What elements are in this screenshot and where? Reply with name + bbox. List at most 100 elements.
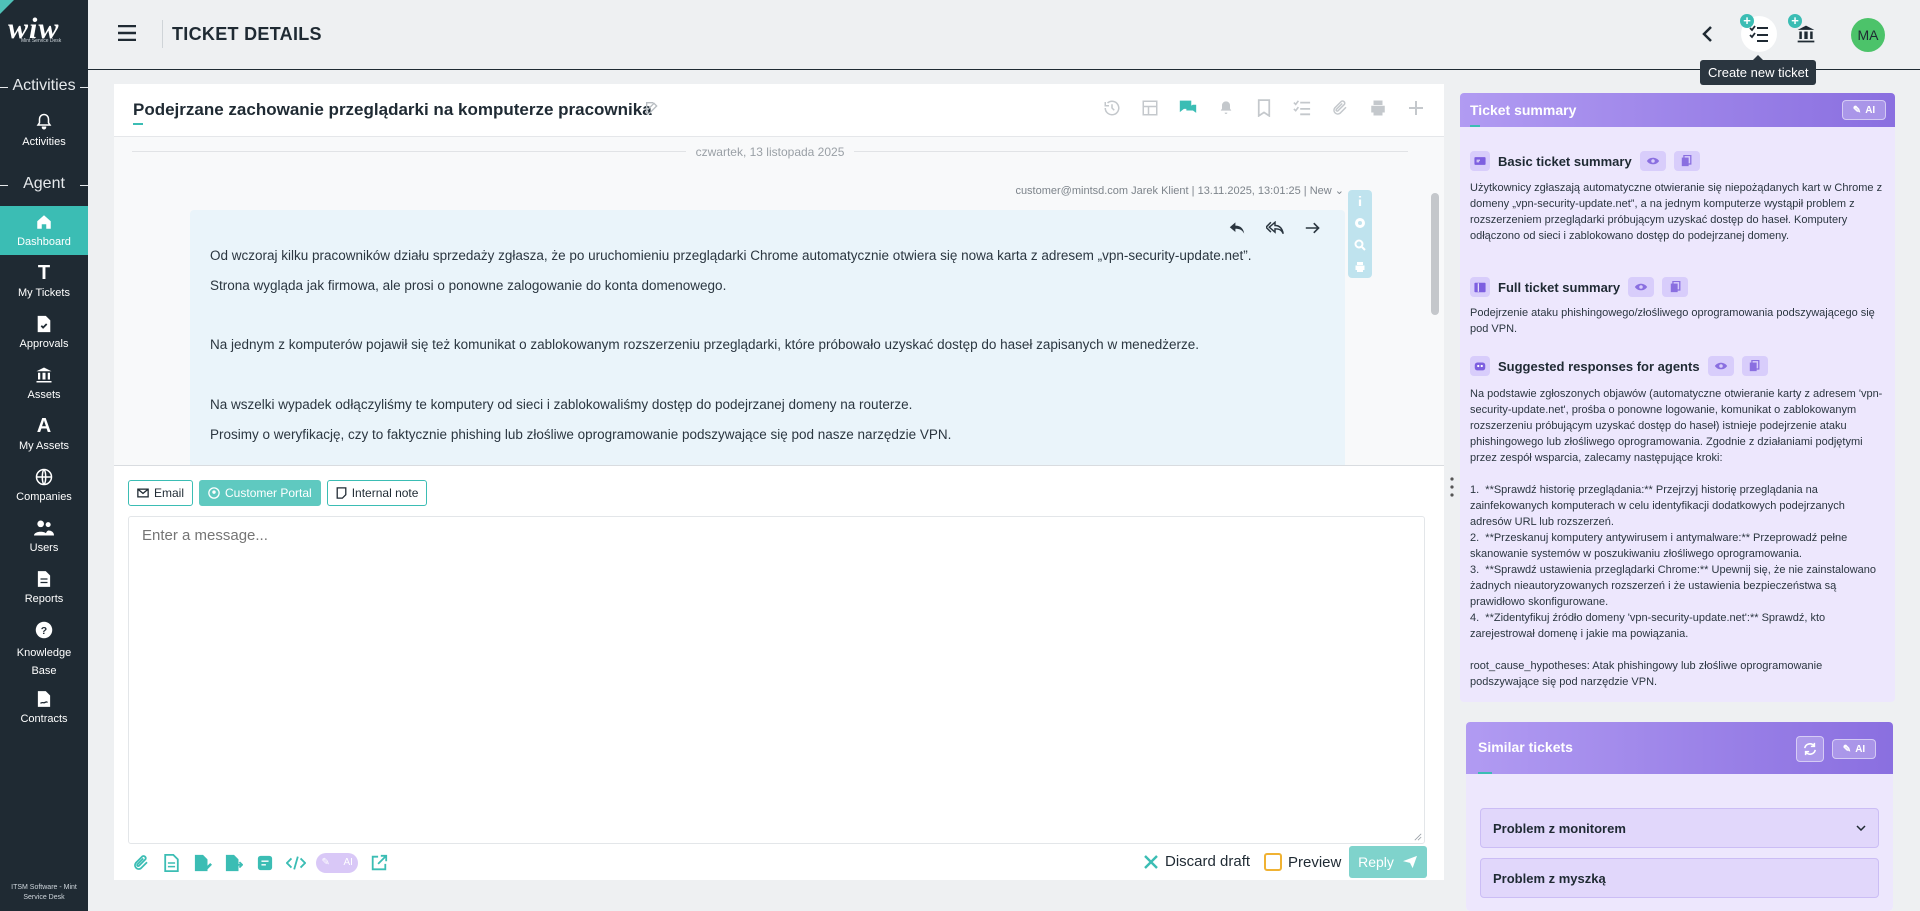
- ai-assist-button[interactable]: ✎ AI: [316, 852, 358, 873]
- ai-summary-button[interactable]: ✎ AI: [1842, 100, 1886, 120]
- preview-toggle[interactable]: Preview: [1264, 853, 1341, 871]
- sidebar-item-companies[interactable]: Companies: [0, 467, 88, 504]
- ai-similar-button[interactable]: ✎ AI: [1832, 739, 1876, 759]
- forward-icon[interactable]: [1303, 218, 1323, 238]
- reply-icon[interactable]: [1227, 218, 1247, 238]
- settings-circle-icon[interactable]: [1353, 216, 1367, 230]
- similar-tickets-panel: Similar tickets ✎ AI Problem z monitorem …: [1466, 722, 1893, 911]
- sidebar-item-approvals[interactable]: Approvals: [0, 314, 88, 351]
- eye-icon[interactable]: [1707, 356, 1734, 376]
- paperclip-icon[interactable]: [130, 852, 151, 873]
- refresh-button[interactable]: [1796, 736, 1824, 762]
- page-title: TICKET DETAILS: [172, 24, 322, 44]
- sidebar-item-label: Activities: [22, 136, 66, 148]
- eye-icon[interactable]: [1628, 277, 1655, 297]
- scrollbar[interactable]: [1431, 193, 1439, 315]
- message-editor[interactable]: [128, 516, 1425, 844]
- basic-summary-text: Użytkownicy zgłaszają automatyczne otwie…: [1470, 182, 1886, 242]
- tab-email[interactable]: Email: [128, 480, 194, 506]
- plus-icon[interactable]: [1406, 98, 1426, 118]
- sidebar-item-knowledge-base[interactable]: ? Knowledge Base: [0, 620, 88, 680]
- sidebar-item-label: Knowledge Base: [16, 647, 72, 677]
- file-signature-icon[interactable]: [192, 852, 213, 873]
- bookmark-icon[interactable]: [1254, 98, 1274, 118]
- copy-icon[interactable]: [1673, 151, 1700, 171]
- reply-button[interactable]: Reply: [1349, 846, 1427, 878]
- tab-internal-note[interactable]: Internal note: [326, 480, 428, 506]
- preview-checkbox[interactable]: [1264, 853, 1282, 871]
- copy-icon[interactable]: [1741, 356, 1768, 376]
- sidebar-item-my-assets[interactable]: A My Assets: [0, 416, 88, 453]
- sidebar-footer: ITSM Software - Mint Service Desk: [11, 884, 77, 901]
- question-icon: ?: [34, 620, 54, 640]
- resize-handle-icon[interactable]: [1414, 833, 1422, 841]
- message-line: Na jednym z komputerów pojawił się też k…: [210, 337, 1199, 352]
- sidebar-item-label: Assets: [27, 389, 61, 401]
- bank-icon: [1797, 25, 1815, 43]
- ticket-summary-panel: Ticket summary ✎ AI Basic ticket summary …: [1460, 93, 1895, 702]
- reply-all-icon[interactable]: [1265, 218, 1285, 238]
- sidebar-item-contracts[interactable]: Contracts: [0, 689, 88, 726]
- eye-icon[interactable]: [1639, 151, 1666, 171]
- panel-resize-handle[interactable]: [1450, 475, 1454, 499]
- search-icon[interactable]: [1353, 238, 1367, 252]
- code-icon[interactable]: [285, 852, 306, 873]
- pencil-icon: ✎: [1852, 104, 1862, 116]
- info-icon[interactable]: [1353, 194, 1367, 208]
- discard-draft-button[interactable]: Discard draft: [1143, 853, 1250, 870]
- template-icon[interactable]: [254, 852, 275, 873]
- checklist-icon[interactable]: [1292, 98, 1312, 118]
- file-text-icon[interactable]: [161, 852, 182, 873]
- header-divider: [162, 20, 163, 48]
- user-circle-icon: [208, 487, 220, 499]
- message-line: Na wszelki wypadek odłączyliśmy te kompu…: [210, 397, 913, 412]
- chevron-down-icon: [1856, 825, 1866, 831]
- sidebar-item-assets[interactable]: Assets: [0, 365, 88, 402]
- paperclip-icon[interactable]: [1330, 98, 1350, 118]
- tab-customer-portal[interactable]: Customer Portal: [199, 480, 321, 506]
- document-icon: [34, 569, 54, 589]
- history-icon[interactable]: [1102, 98, 1122, 118]
- chevron-down-icon[interactable]: ⌄: [1335, 185, 1344, 197]
- date-separator: czwartek, 13 listopada 2025: [114, 145, 1426, 159]
- full-summary-header: Full ticket summary: [1470, 277, 1689, 297]
- sidebar-item-label: Companies: [16, 491, 72, 503]
- bell-icon[interactable]: [1216, 98, 1236, 118]
- print-icon[interactable]: [1353, 260, 1367, 274]
- avatar[interactable]: MA: [1851, 18, 1885, 52]
- similar-ticket-item[interactable]: Problem z monitorem: [1480, 808, 1879, 848]
- message-line: Strona wygląda jak firmowa, ale prosi o …: [210, 278, 727, 293]
- plus-badge-icon: +: [1740, 14, 1754, 28]
- summary-title: Ticket summary: [1470, 102, 1577, 118]
- close-icon: [1144, 854, 1158, 869]
- similar-ticket-item[interactable]: Problem z myszką: [1480, 858, 1879, 898]
- sidebar-item-label: Approvals: [19, 338, 69, 350]
- sidebar-item-reports[interactable]: Reports: [0, 569, 88, 606]
- note-icon: [336, 487, 347, 499]
- table-icon[interactable]: [1140, 98, 1160, 118]
- conversation-area[interactable]: czwartek, 13 listopada 2025 customer@min…: [114, 137, 1444, 465]
- sidebar-item-label: My Assets: [18, 440, 70, 452]
- sidebar-item-activities[interactable]: Activities: [0, 112, 88, 158]
- file-check-icon: [34, 314, 54, 334]
- message-input[interactable]: [142, 527, 1402, 544]
- edit-icon[interactable]: [644, 100, 662, 118]
- contract-icon: [34, 689, 54, 709]
- sidebar-item-users[interactable]: Users: [0, 518, 88, 555]
- pencil-icon: ✎: [321, 857, 330, 868]
- logo[interactable]: wiw Mint Service Desk: [0, 0, 88, 60]
- sidebar-item-dashboard[interactable]: Dashboard: [0, 206, 88, 255]
- sidebar-item-my-tickets[interactable]: T My Tickets: [0, 263, 88, 300]
- print-icon[interactable]: [1368, 98, 1388, 118]
- external-link-icon[interactable]: [368, 852, 389, 873]
- envelope-icon: [137, 488, 149, 498]
- book-icon: [1470, 277, 1490, 297]
- comments-icon[interactable]: [1178, 98, 1198, 118]
- chevron-left-icon[interactable]: [1698, 24, 1718, 44]
- copy-icon[interactable]: [1662, 277, 1689, 297]
- file-export-icon[interactable]: [223, 852, 244, 873]
- ticket-title: Podejrzane zachowanie przeglądarki na ko…: [133, 100, 652, 119]
- svg-text:?: ?: [41, 625, 47, 637]
- bell-icon: [34, 112, 54, 132]
- menu-icon[interactable]: [118, 25, 136, 41]
